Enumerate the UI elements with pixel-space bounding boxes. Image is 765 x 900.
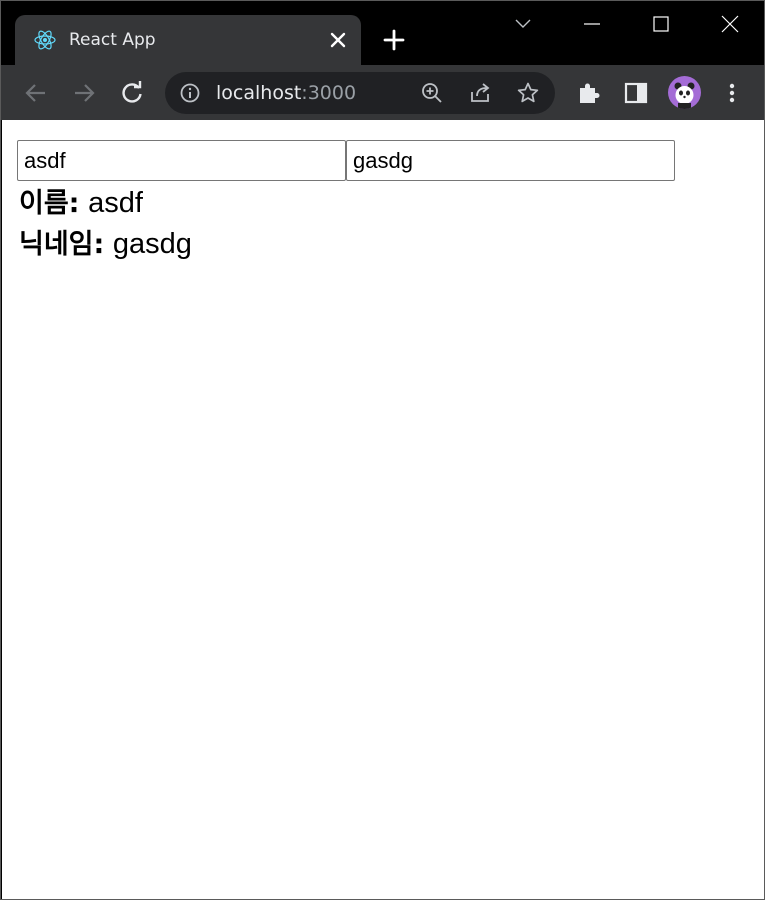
maximize-icon <box>653 16 669 32</box>
url-text[interactable]: localhost:3000 <box>216 81 356 105</box>
browser-toolbar: localhost:3000 <box>1 65 764 120</box>
chevron-down-icon <box>515 19 531 28</box>
nickname-value: gasdg <box>112 228 192 260</box>
tab-react-app[interactable]: React App <box>15 15 361 65</box>
close-tab-icon[interactable] <box>327 29 349 51</box>
reload-icon[interactable] <box>118 79 146 107</box>
name-input[interactable] <box>17 140 346 181</box>
page-content: 이름: asdf 닉네임: gasdg <box>2 120 764 899</box>
tab-title: React App <box>69 30 156 50</box>
new-tab-icon[interactable] <box>382 28 406 52</box>
panda-avatar-icon <box>674 82 695 109</box>
url-host: localhost <box>216 82 302 104</box>
back-arrow-icon[interactable] <box>22 79 50 107</box>
maximize-button[interactable] <box>643 9 679 39</box>
close-window-button[interactable] <box>712 9 748 39</box>
name-value: asdf <box>88 187 143 219</box>
name-display: 이름: asdf <box>19 183 143 224</box>
nickname-display: 닉네임: gasdg <box>19 224 192 265</box>
forward-arrow-icon[interactable] <box>70 79 98 107</box>
address-bar[interactable]: localhost:3000 <box>165 72 555 114</box>
tab-strip: React App <box>1 1 764 65</box>
profile-avatar[interactable] <box>668 76 701 109</box>
close-icon <box>721 15 739 33</box>
info-icon[interactable] <box>179 82 201 104</box>
side-panel-icon[interactable] <box>622 79 650 107</box>
tab-search-button[interactable] <box>505 9 541 39</box>
minimize-button[interactable] <box>574 9 610 39</box>
minimize-icon <box>584 23 600 25</box>
more-menu-icon[interactable] <box>718 79 746 107</box>
name-label: 이름: <box>19 188 80 219</box>
nickname-input[interactable] <box>346 140 675 181</box>
react-logo-icon <box>34 30 56 50</box>
bookmark-star-icon[interactable] <box>516 81 540 105</box>
input-row <box>17 140 675 181</box>
share-icon[interactable] <box>468 81 492 105</box>
browser-window: React App localhost:3000 asdf gasdg 이름: … <box>0 0 765 900</box>
nickname-label: 닉네임: <box>19 229 105 260</box>
url-port: :3000 <box>301 82 357 104</box>
zoom-icon[interactable] <box>420 81 444 105</box>
extensions-puzzle-icon[interactable] <box>575 79 603 107</box>
